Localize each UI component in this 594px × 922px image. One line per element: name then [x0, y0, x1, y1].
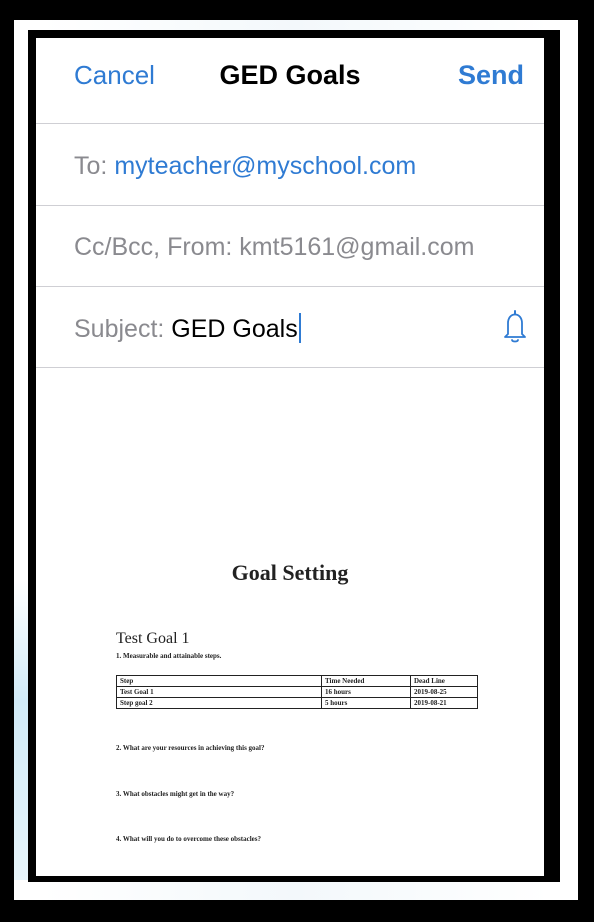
to-label: To: — [74, 152, 108, 180]
navigation-bar: Cancel GED Goals Send — [36, 38, 544, 123]
from-address[interactable]: kmt5161@gmail.com — [239, 233, 474, 261]
subject-field[interactable]: Subject: GED Goals — [74, 313, 301, 344]
question-2: 2. What are your resources in achieving … — [116, 744, 265, 752]
table-cell: Step goal 2 — [116, 697, 322, 709]
table-header-row: Step Time Needed Dead Line — [116, 675, 478, 687]
table-header: Time Needed — [321, 675, 411, 687]
steps-table: Step Time Needed Dead Line Test Goal 1 1… — [116, 675, 478, 709]
table-cell: 16 hours — [321, 686, 411, 698]
question-4: 4. What will you do to overcome these ob… — [116, 835, 261, 843]
divider — [36, 205, 544, 206]
goal-heading: Test Goal 1 — [116, 630, 190, 647]
table-cell: Test Goal 1 — [116, 686, 322, 698]
table-header: Dead Line — [410, 675, 478, 687]
divider — [36, 367, 544, 368]
subject-input[interactable]: GED Goals — [171, 315, 297, 343]
to-recipient[interactable]: myteacher@myschool.com — [114, 152, 416, 180]
divider — [36, 123, 544, 124]
send-button[interactable]: Send — [458, 60, 524, 91]
question-3: 3. What obstacles might get in the way? — [116, 790, 235, 798]
mail-compose-screen: Cancel GED Goals Send To: myteacher@mysc… — [36, 38, 544, 876]
table-header: Step — [116, 675, 322, 687]
subject-label: Subject: — [74, 315, 165, 343]
table-row: Step goal 2 5 hours 2019-08-21 — [116, 697, 478, 709]
table-cell: 5 hours — [321, 697, 411, 709]
table-cell: 2019-08-25 — [410, 686, 478, 698]
table-cell: 2019-08-21 — [410, 697, 478, 709]
divider — [36, 286, 544, 287]
question-1: 1. Measurable and attainable steps. — [116, 652, 222, 660]
cc-bcc-from-field[interactable]: Cc/Bcc, From: kmt5161@gmail.com — [74, 233, 474, 262]
table-row: Test Goal 1 16 hours 2019-08-25 — [116, 686, 478, 698]
to-field[interactable]: To: myteacher@myschool.com — [74, 152, 416, 181]
bell-icon[interactable] — [500, 308, 530, 344]
text-cursor — [298, 313, 301, 343]
document-title: Goal Setting — [231, 560, 349, 585]
cc-bcc-from-label: Cc/Bcc, From: — [74, 233, 233, 261]
